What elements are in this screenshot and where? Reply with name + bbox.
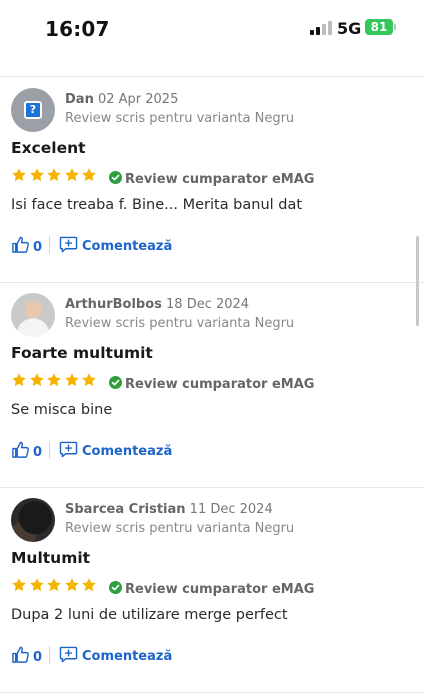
review-meta: ArthurBolbos 18 Dec 2024 bbox=[65, 297, 249, 312]
signal-icon bbox=[310, 21, 332, 35]
star-icon bbox=[82, 578, 96, 592]
comment-button[interactable]: Comentează bbox=[59, 645, 172, 665]
star-icon bbox=[64, 578, 79, 592]
review-divider bbox=[0, 692, 424, 693]
comment-button[interactable]: Comentează bbox=[59, 440, 172, 460]
review-item: ? Dan 02 Apr 2025 Review scris pentru va… bbox=[0, 77, 424, 282]
review-text: Isi face treaba f. Bine... Merita banul … bbox=[11, 197, 303, 213]
like-button[interactable]: 0 bbox=[11, 235, 42, 255]
network-type: 5G bbox=[337, 19, 362, 38]
like-button[interactable]: 0 bbox=[11, 440, 42, 460]
verified-badge: Review cumparator eMAG bbox=[109, 168, 315, 187]
action-separator bbox=[49, 236, 50, 254]
comment-label: Comentează bbox=[82, 444, 173, 459]
star-icon bbox=[12, 578, 26, 592]
status-time: 16:07 bbox=[45, 17, 110, 41]
action-separator bbox=[49, 441, 50, 459]
review-item: ArthurBolbos 18 Dec 2024 Review scris pe… bbox=[0, 282, 424, 487]
verified-check-icon bbox=[109, 376, 122, 389]
verified-badge: Review cumparator eMAG bbox=[109, 373, 315, 392]
review-meta: Dan 02 Apr 2025 bbox=[65, 92, 178, 107]
star-rating bbox=[11, 577, 99, 593]
avatar[interactable]: ? bbox=[11, 88, 55, 132]
verified-check-icon bbox=[109, 171, 122, 184]
star-icon bbox=[47, 578, 61, 592]
review-author: ArthurBolbos bbox=[65, 297, 162, 312]
star-icon bbox=[64, 168, 79, 182]
placeholder-avatar-icon: ? bbox=[24, 101, 42, 119]
add-comment-icon bbox=[59, 236, 78, 253]
star-icon bbox=[47, 373, 61, 387]
like-count: 0 bbox=[33, 445, 43, 460]
battery-tip bbox=[394, 24, 396, 30]
review-author: Dan bbox=[65, 92, 94, 107]
review-variant: Review scris pentru varianta Negru bbox=[65, 521, 295, 536]
add-comment-icon bbox=[59, 441, 78, 458]
review-text: Dupa 2 luni de utilizare merge perfect bbox=[11, 607, 288, 623]
status-bar: 16:07 5G 81 bbox=[0, 0, 424, 60]
star-icon bbox=[64, 373, 79, 387]
star-icon bbox=[12, 168, 26, 182]
review-item: Sbarcea Cristian 11 Dec 2024 Review scri… bbox=[0, 487, 424, 692]
action-separator bbox=[49, 646, 50, 664]
verified-label: Review cumparator eMAG bbox=[125, 582, 315, 597]
star-rating bbox=[11, 167, 99, 183]
star-icon bbox=[82, 373, 96, 387]
thumbs-up-icon bbox=[12, 441, 29, 458]
thumbs-up-icon bbox=[12, 236, 29, 253]
verified-check-icon bbox=[109, 581, 122, 594]
verified-label: Review cumparator eMAG bbox=[125, 377, 315, 392]
verified-label: Review cumparator eMAG bbox=[125, 172, 315, 187]
star-icon bbox=[47, 168, 61, 182]
review-title: Excelent bbox=[11, 139, 86, 157]
review-text: Se misca bine bbox=[11, 402, 113, 418]
like-count: 0 bbox=[33, 240, 43, 255]
star-icon bbox=[29, 373, 44, 387]
review-meta: Sbarcea Cristian 11 Dec 2024 bbox=[65, 502, 273, 517]
review-date: 18 Dec 2024 bbox=[166, 297, 250, 312]
like-count: 0 bbox=[33, 650, 43, 665]
star-icon bbox=[82, 168, 96, 182]
scrollbar[interactable] bbox=[416, 236, 419, 326]
battery-icon: 81 bbox=[365, 19, 393, 35]
thumbs-up-icon bbox=[12, 646, 29, 663]
star-rating bbox=[11, 372, 99, 388]
like-button[interactable]: 0 bbox=[11, 645, 42, 665]
review-variant: Review scris pentru varianta Negru bbox=[65, 316, 295, 331]
add-comment-icon bbox=[59, 646, 78, 663]
avatar[interactable] bbox=[11, 498, 55, 542]
verified-badge: Review cumparator eMAG bbox=[109, 578, 315, 597]
star-icon bbox=[29, 578, 44, 592]
comment-label: Comentează bbox=[82, 239, 173, 254]
comment-label: Comentează bbox=[82, 649, 173, 664]
star-icon bbox=[29, 168, 44, 182]
review-date: 02 Apr 2025 bbox=[97, 92, 179, 107]
review-variant: Review scris pentru varianta Negru bbox=[65, 111, 295, 126]
review-date: 11 Dec 2024 bbox=[189, 502, 273, 517]
review-title: Multumit bbox=[11, 549, 91, 567]
avatar[interactable] bbox=[11, 293, 55, 337]
review-author: Sbarcea Cristian bbox=[65, 502, 186, 517]
star-icon bbox=[12, 373, 26, 387]
comment-button[interactable]: Comentează bbox=[59, 235, 172, 255]
review-title: Foarte multumit bbox=[11, 344, 153, 362]
